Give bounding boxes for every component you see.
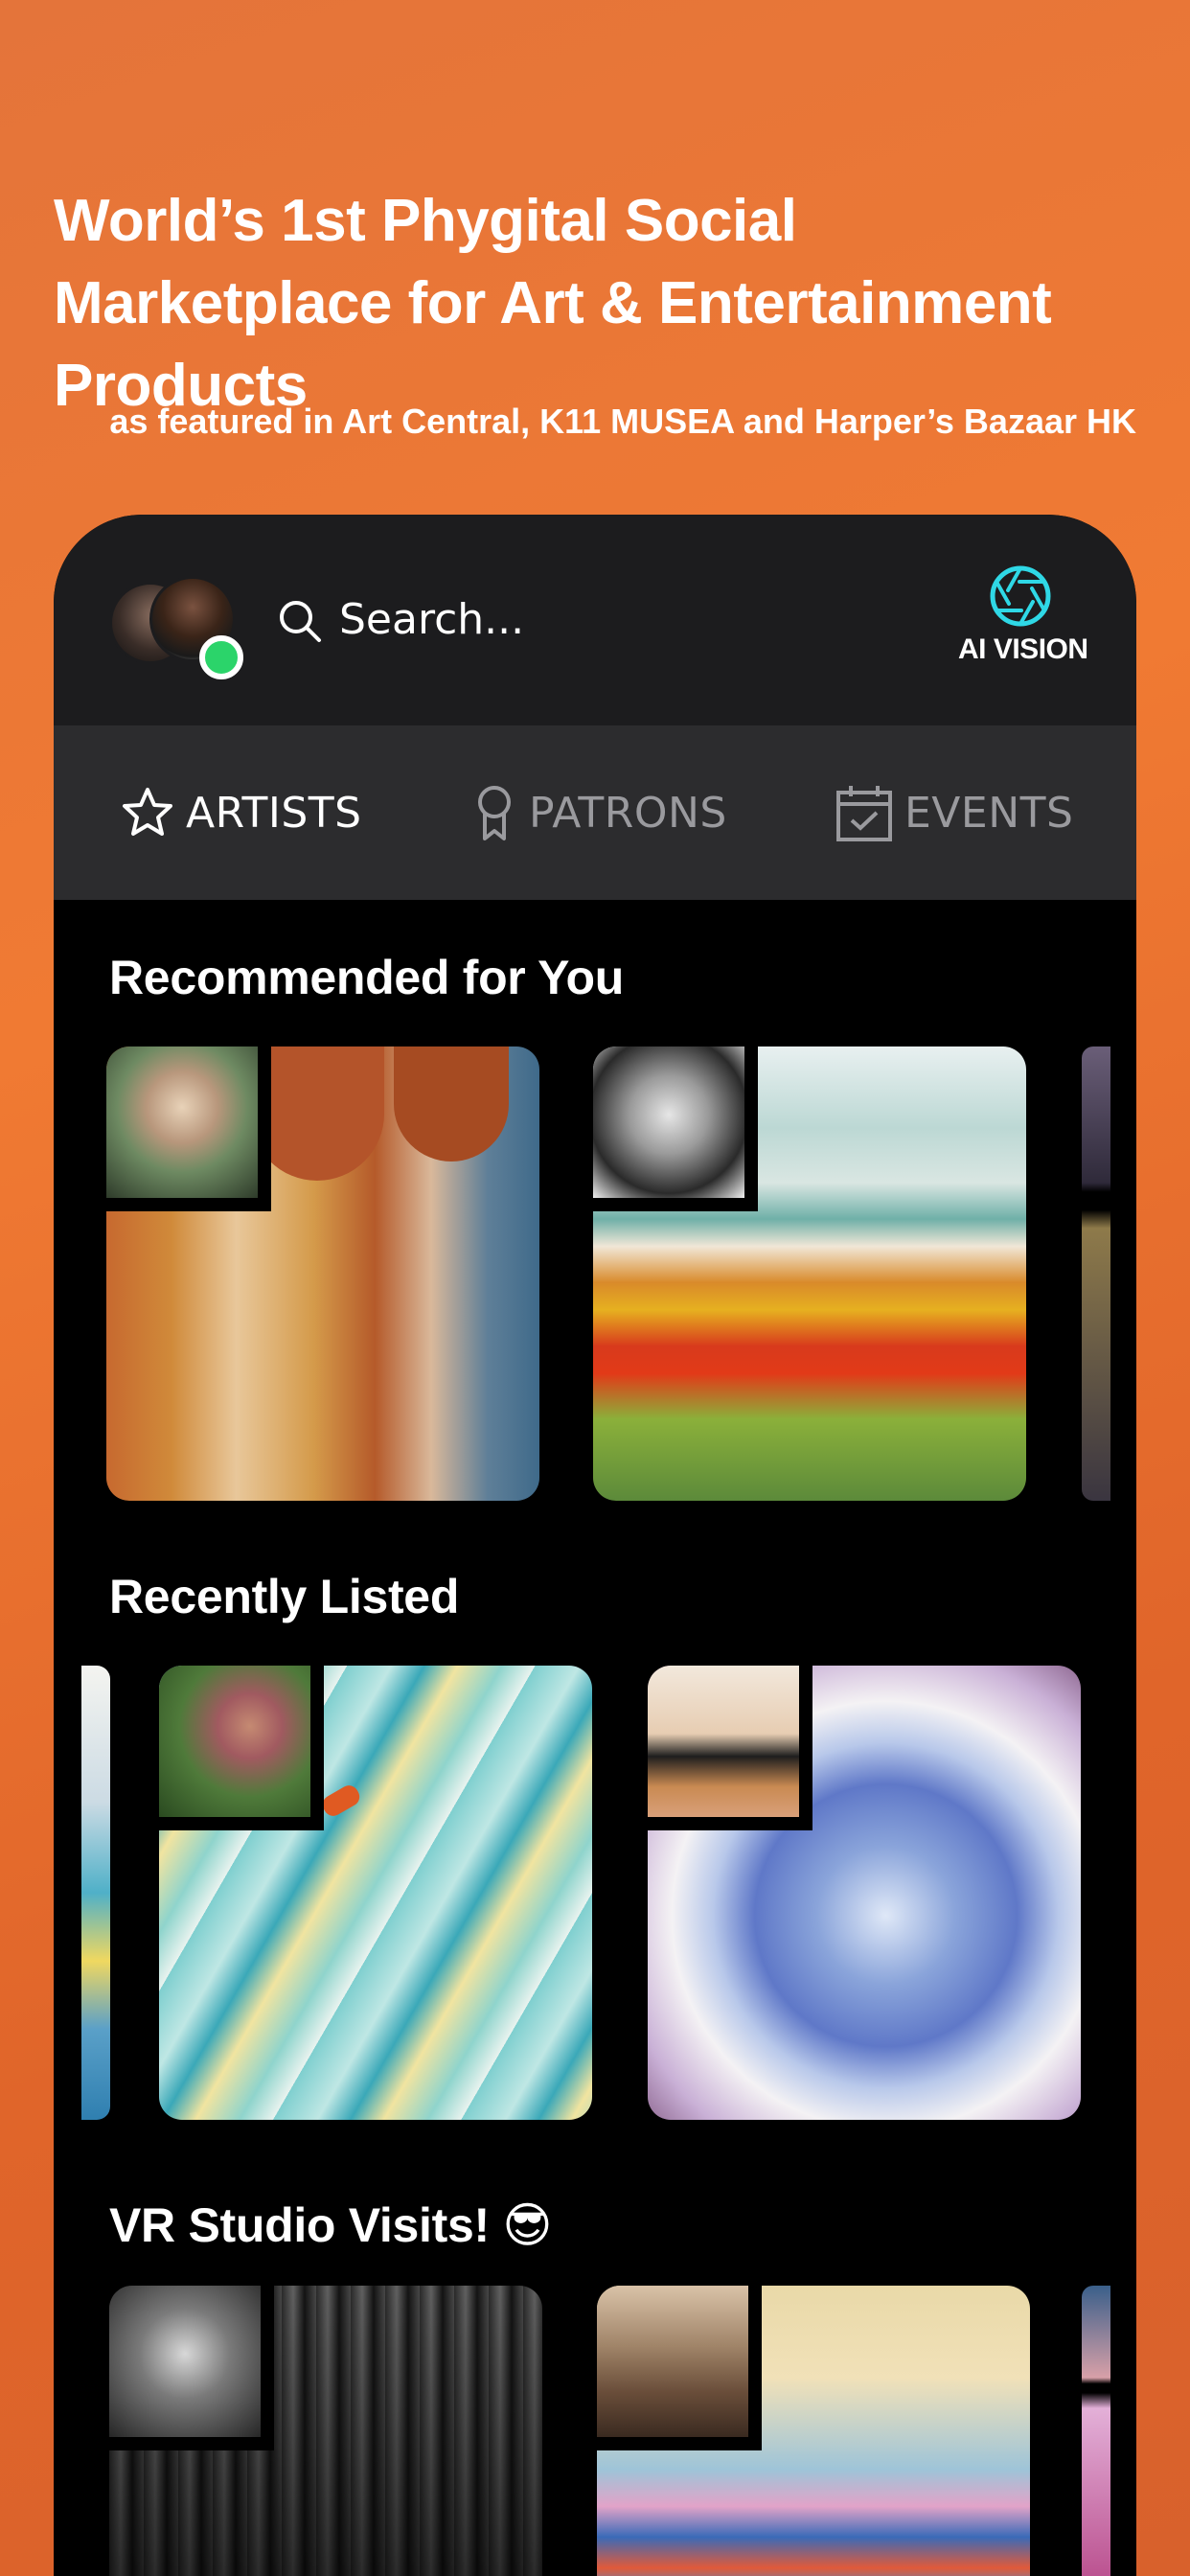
hero-subtitle: as featured in Art Central, K11 MUSEA an… [109, 402, 1136, 441]
hero-title: World’s 1st Phygital Social Marketplace … [54, 188, 1052, 419]
artwork-card[interactable] [648, 1666, 1081, 2120]
artwork-card[interactable] [109, 2286, 542, 2576]
artwork-image [394, 1046, 509, 1162]
online-status-indicator [199, 635, 243, 679]
tab-patrons[interactable]: PATRONS [471, 783, 727, 842]
artist-thumbnail[interactable] [106, 1046, 271, 1211]
top-bar: Search... AI VISION [54, 515, 1136, 725]
account-avatars[interactable] [109, 576, 253, 681]
star-icon [123, 788, 172, 836]
artist-thumbnail[interactable] [159, 1666, 324, 1830]
tab-label: EVENTS [904, 788, 1074, 838]
section-title-recently-listed: Recently Listed [109, 1570, 460, 1623]
tab-label: ARTISTS [186, 788, 362, 838]
calendar-check-icon [836, 786, 892, 841]
search-icon[interactable] [276, 597, 324, 645]
artist-thumbnail[interactable] [597, 2286, 762, 2450]
tab-events[interactable]: EVENTS [835, 783, 1073, 842]
camera-aperture-icon [990, 565, 1051, 627]
artwork-card[interactable] [593, 1046, 1026, 1501]
section-title-recommended: Recommended for You [109, 951, 624, 1004]
award-ribbon-icon [478, 786, 511, 840]
artwork-card-peek[interactable] [1082, 2286, 1110, 2576]
tab-artists[interactable]: ARTISTS [121, 783, 362, 842]
search-input[interactable]: Search... [339, 595, 524, 644]
artwork-card-peek[interactable] [81, 1666, 110, 2120]
section-title-vr-studio-visits: VR Studio Visits! 😎 [109, 2198, 553, 2252]
category-tabs: ARTISTS PATRONS EVENTS [54, 725, 1136, 900]
artist-thumbnail[interactable] [593, 1046, 758, 1211]
artist-thumbnail[interactable] [648, 1666, 812, 1830]
artwork-card[interactable] [106, 1046, 539, 1501]
artist-thumbnail[interactable] [109, 2286, 274, 2450]
tab-label: PATRONS [529, 788, 727, 838]
ai-vision-button[interactable]: AI VISION [958, 564, 1088, 679]
ai-vision-label: AI VISION [958, 633, 1088, 665]
artwork-card[interactable] [159, 1666, 592, 2120]
artwork-card-peek[interactable] [1082, 1046, 1110, 1501]
app-screen: Search... AI VISION ARTISTS PATRONS EVEN… [54, 515, 1136, 2576]
artwork-card[interactable] [597, 2286, 1030, 2576]
